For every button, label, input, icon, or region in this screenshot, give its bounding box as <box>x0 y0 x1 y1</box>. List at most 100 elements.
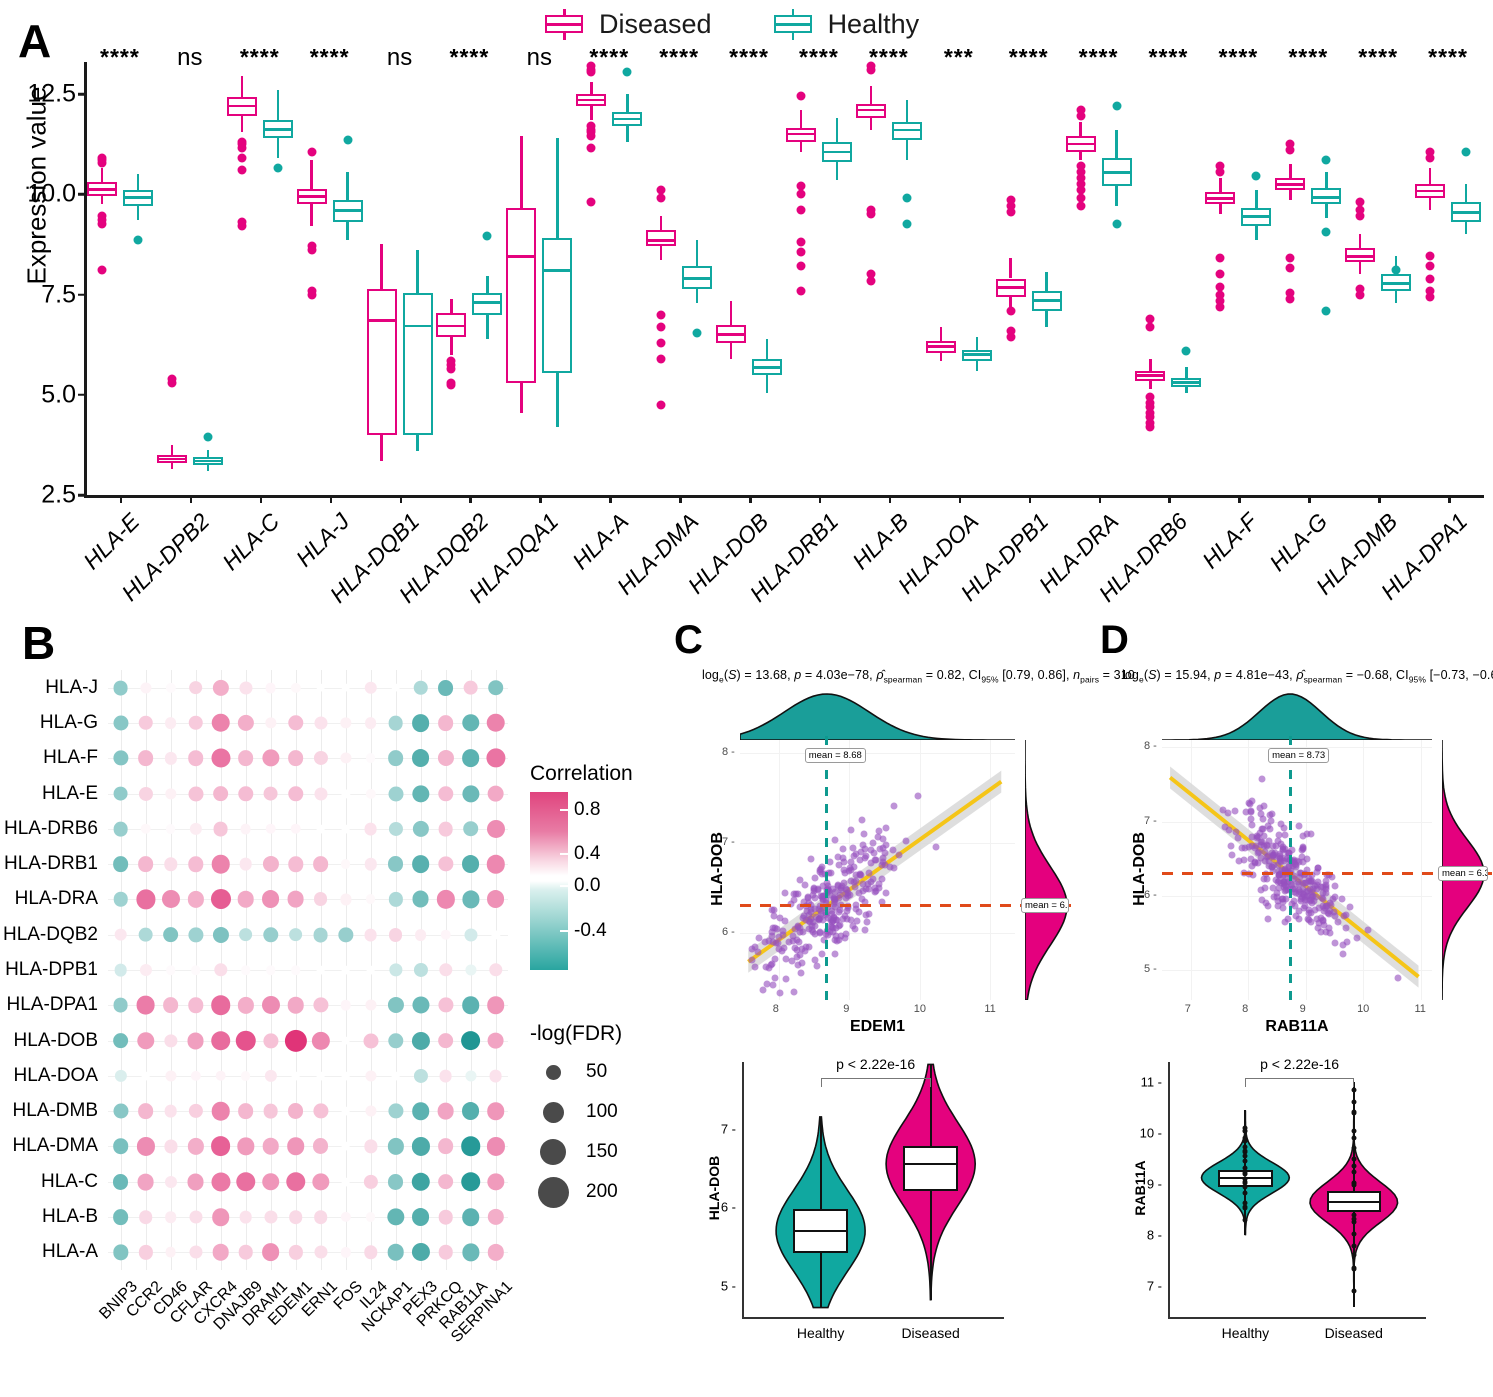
panel-a-outlier-point <box>1321 155 1331 165</box>
panel-b-dot <box>165 682 176 693</box>
panel-b-dot <box>312 856 329 872</box>
panel-a-outlier-point <box>586 197 596 207</box>
panel-a-boxplot <box>1345 62 1376 495</box>
panel-a-significance-marker: **** <box>1288 44 1329 70</box>
panel-b-row-label: HLA-B <box>42 1206 98 1228</box>
panel-b-dot <box>112 1103 129 1119</box>
scatter-x-tick: 10 <box>913 1003 927 1015</box>
panel-a-significance-marker: **** <box>1078 44 1119 70</box>
scatter-x-tick: 7 <box>1184 1003 1191 1015</box>
panel-b-dot <box>313 716 328 730</box>
panel-a-outlier-point <box>203 432 213 442</box>
panel-a-outlier-point <box>692 328 702 338</box>
panel-b-row-label: HLA-DPA1 <box>6 994 98 1016</box>
mean-x-line <box>1288 736 1292 1006</box>
violin-p-value-label: p < 2.22e-16 <box>836 1056 916 1072</box>
panel-a-boxplot <box>1101 62 1132 495</box>
panel-b-dot <box>313 1210 328 1224</box>
panel-b-dot <box>239 857 252 871</box>
panel-b-dot <box>165 1246 176 1258</box>
panel-b-dot <box>460 1171 481 1192</box>
panel-a-outlier-point <box>97 158 107 168</box>
panel-a-significance-marker: **** <box>309 44 350 70</box>
panel-a-outlier-point <box>656 338 666 348</box>
panel-b-dot <box>140 823 151 835</box>
violin-category-label: Diseased <box>1324 1325 1383 1341</box>
panel-b-dot <box>411 855 430 873</box>
panel-b-dot <box>411 1102 430 1120</box>
panel-a-outlier-point <box>307 147 317 157</box>
panel-b-dot <box>488 963 503 977</box>
panel-b-dot <box>411 1208 430 1226</box>
figure-root: A Diseased Healthy Expression value 2.5 5… <box>0 0 1493 1367</box>
panel-b-dot <box>137 1173 154 1191</box>
size-legend-title: -log(FDR) <box>530 1022 623 1045</box>
panel-a-outlier-point <box>796 189 806 199</box>
violin-box <box>903 1145 959 1192</box>
panel-b-dot <box>138 1245 153 1260</box>
panel-b-dot <box>486 1173 505 1191</box>
panel-a-y-tick: 12.5 <box>27 79 76 108</box>
violin-data-point <box>1351 1109 1357 1115</box>
panel-b-dot <box>141 1071 150 1081</box>
panel-b-dot <box>261 890 280 909</box>
panel-b-dot <box>210 748 231 768</box>
panel-b-dot <box>212 679 229 696</box>
top-marginal-density <box>1162 688 1432 740</box>
panel-b-dot <box>340 788 351 799</box>
panel-b-dot <box>290 682 301 693</box>
panel-b-dot <box>487 1032 504 1050</box>
violin-data-point <box>1242 1217 1248 1223</box>
panel-b-dot <box>114 963 127 977</box>
panel-a-x-tick-mark <box>1308 495 1311 503</box>
violin-y-tick: 7 - <box>1146 1278 1162 1294</box>
scatter-y-tick: 8 - <box>722 746 735 759</box>
scatter-x-tick: 9 <box>1299 1003 1306 1015</box>
panel-b-row-label: HLA-DRB1 <box>4 853 98 875</box>
panel-b-dot <box>187 891 204 908</box>
panel-b-dot <box>341 1071 350 1081</box>
panel-b-dot <box>312 997 329 1013</box>
panel-b-dot <box>112 715 129 731</box>
panel-b-row-label: HLA-A <box>42 1241 98 1263</box>
panel-b-dot <box>237 750 254 767</box>
top-marginal-density <box>740 688 1015 740</box>
panel-a-boxplot <box>506 62 537 495</box>
panel-a-boxplot <box>1311 62 1342 495</box>
panel-b-dot <box>163 1139 178 1153</box>
panel-b-dot <box>486 996 505 1015</box>
panel-b-dot <box>164 1211 177 1223</box>
violin-data-point <box>1351 1135 1357 1141</box>
panel-a-outlier-point <box>902 193 912 203</box>
violin-significance-bracket <box>1245 1078 1354 1087</box>
panel-b-dot <box>387 750 404 767</box>
violin-x-axis <box>1168 1317 1426 1319</box>
panel-a-outlier-point <box>273 163 283 173</box>
panel-b-dot <box>136 1031 155 1050</box>
panel-b-dot <box>237 714 254 732</box>
panel-a: A Diseased Healthy Expression value 2.5 5… <box>0 0 1493 610</box>
size-legend-label-150: 150 <box>586 1141 618 1162</box>
panel-b-dot <box>438 821 453 837</box>
panel-b-dot <box>263 1210 278 1224</box>
violin-y-tick: 7 - <box>720 1121 736 1137</box>
panel-b-dot <box>437 785 454 802</box>
panel-b-dot <box>412 820 429 837</box>
panel-a-boxplot <box>961 62 992 495</box>
panel-a-outlier-point <box>237 165 247 175</box>
panel-b-dot <box>460 1030 481 1051</box>
scatter-points <box>1162 740 1432 1000</box>
violin-data-point <box>1351 1145 1357 1151</box>
panel-b-dot <box>212 1244 229 1261</box>
color-legend-tick: 0.0 <box>574 875 601 897</box>
panel-a-x-tick-mark <box>329 495 333 503</box>
scatter-x-tick: 11 <box>1414 1003 1426 1015</box>
panel-b-dot <box>437 1032 454 1049</box>
violin-data-point <box>1351 1182 1357 1188</box>
panel-b-dotplot: BNIP3 CCR2 CD46 CFLAR CXCR4 DNAJB9 DRAM1 EDEM1 E… <box>3 670 516 1346</box>
panel-a-outlier-point <box>1215 302 1225 312</box>
panel-a-boxplot <box>1451 62 1482 495</box>
panel-a-y-tick-mark <box>78 293 85 296</box>
panel-b-dot <box>264 717 277 729</box>
panel-b-row-label: HLA-J <box>45 676 98 698</box>
